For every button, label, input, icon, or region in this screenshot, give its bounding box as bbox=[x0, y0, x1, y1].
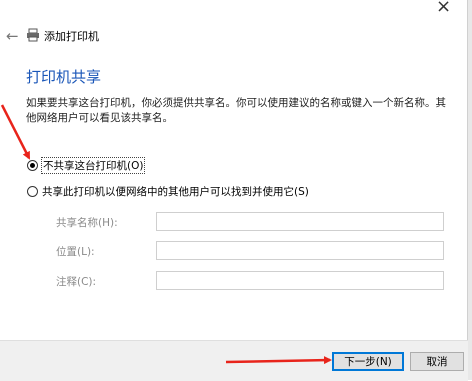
radio-share-label[interactable]: 共享此打印机以便网络中的其他用户可以找到并使用它(S) bbox=[42, 184, 309, 199]
page-title: 打印机共享 bbox=[26, 68, 102, 86]
cancel-button[interactable]: 取消 bbox=[410, 352, 464, 371]
window-frame-edge bbox=[467, 0, 472, 380]
radio-share[interactable]: 共享此打印机以便网络中的其他用户可以找到并使用它(S) bbox=[27, 184, 309, 199]
radio-button-no-share[interactable] bbox=[27, 160, 38, 171]
next-button[interactable]: 下一步(N) bbox=[332, 352, 404, 371]
share-name-label: 共享名称(H): bbox=[56, 217, 118, 229]
printer-icon bbox=[27, 28, 39, 42]
comment-label: 注释(C): bbox=[56, 276, 97, 288]
radio-no-share-label[interactable]: 不共享这台打印机(O) bbox=[40, 157, 146, 174]
back-arrow-icon[interactable]: ← bbox=[6, 27, 19, 45]
location-input[interactable] bbox=[156, 241, 444, 260]
annotation-arrow-radio bbox=[0, 104, 31, 160]
share-name-input[interactable] bbox=[156, 212, 444, 231]
page-description: 如果要共享这台打印机，你必须提供共享名。你可以使用建议的名称或键入一个新名称。其… bbox=[26, 97, 446, 124]
radio-no-share[interactable]: 不共享这台打印机(O) bbox=[27, 157, 146, 174]
location-label: 位置(L): bbox=[56, 246, 95, 258]
comment-input[interactable] bbox=[156, 271, 444, 290]
window-title: 添加打印机 bbox=[44, 30, 99, 43]
close-icon[interactable]: × bbox=[436, 0, 451, 16]
radio-button-share[interactable] bbox=[27, 186, 38, 197]
